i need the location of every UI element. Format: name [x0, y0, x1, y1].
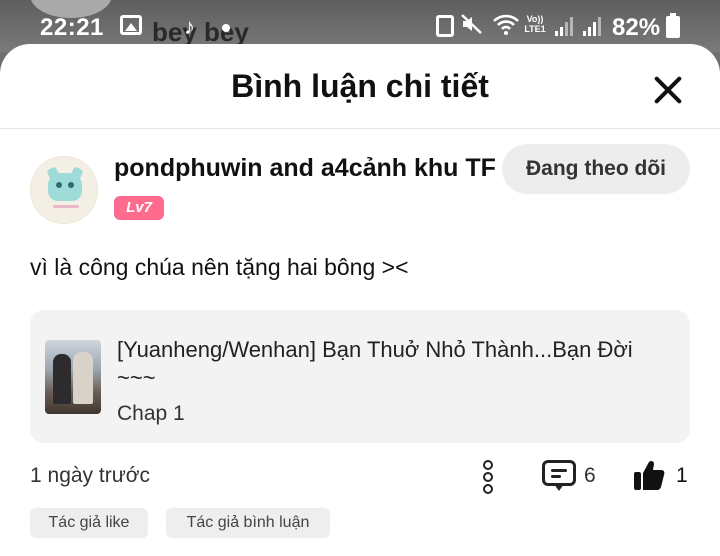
reply-icon-tail — [554, 484, 564, 491]
avatar[interactable] — [30, 156, 98, 224]
avatar-creature-icon — [48, 173, 82, 201]
more-options-icon[interactable] — [480, 460, 496, 494]
comment-footer: 1 ngày trước 6 1 — [0, 454, 720, 498]
chapter-label: Chap 1 — [117, 402, 185, 425]
thumbs-up-icon[interactable] — [632, 458, 666, 492]
notification-dot-icon — [222, 24, 230, 32]
battery-percent: 82% — [612, 14, 661, 41]
status-time: 22:21 — [40, 14, 104, 41]
reply-icon[interactable] — [542, 460, 576, 491]
signal-icon-2 — [582, 16, 604, 36]
comic-thumbnail — [45, 340, 101, 414]
following-button[interactable]: Đang theo dõi — [502, 144, 690, 194]
volte-label: Vo)) LTE1 — [524, 14, 546, 34]
avatar-caption-line — [53, 205, 79, 208]
wifi-icon — [492, 12, 520, 42]
level-badge: Lv7 — [114, 196, 164, 220]
tag-author-comment: Tác giả bình luận — [166, 508, 330, 538]
divider — [0, 128, 720, 129]
reply-icon-box — [542, 460, 576, 486]
mute-icon — [460, 12, 484, 42]
comic-title: [Yuanheng/Wenhan] Bạn Thuở Nhỏ Thành...B… — [117, 337, 633, 390]
recycle-icon — [436, 15, 454, 37]
comment-timestamp: 1 ngày trước — [30, 464, 151, 487]
signal-icon — [554, 16, 576, 36]
sheet-title: Bình luận chi tiết — [231, 68, 489, 104]
reply-count: 6 — [584, 464, 596, 487]
close-icon[interactable] — [648, 70, 688, 110]
tiktok-icon: ♪ — [184, 14, 195, 39]
like-count: 1 — [676, 464, 688, 487]
battery-icon — [666, 13, 680, 38]
tag-author-like: Tác giả like — [30, 508, 148, 538]
gallery-icon — [120, 15, 142, 35]
comic-card[interactable]: [Yuanheng/Wenhan] Bạn Thuở Nhỏ Thành...B… — [30, 310, 690, 443]
comment-text: vì là công chúa nên tặng hai bông >< — [30, 254, 409, 280]
user-name[interactable]: pondphuwin and a4cảnh khu TF — [114, 154, 496, 183]
comment-detail-sheet: Bình luận chi tiết pondphuwin and a4cảnh… — [0, 44, 720, 556]
